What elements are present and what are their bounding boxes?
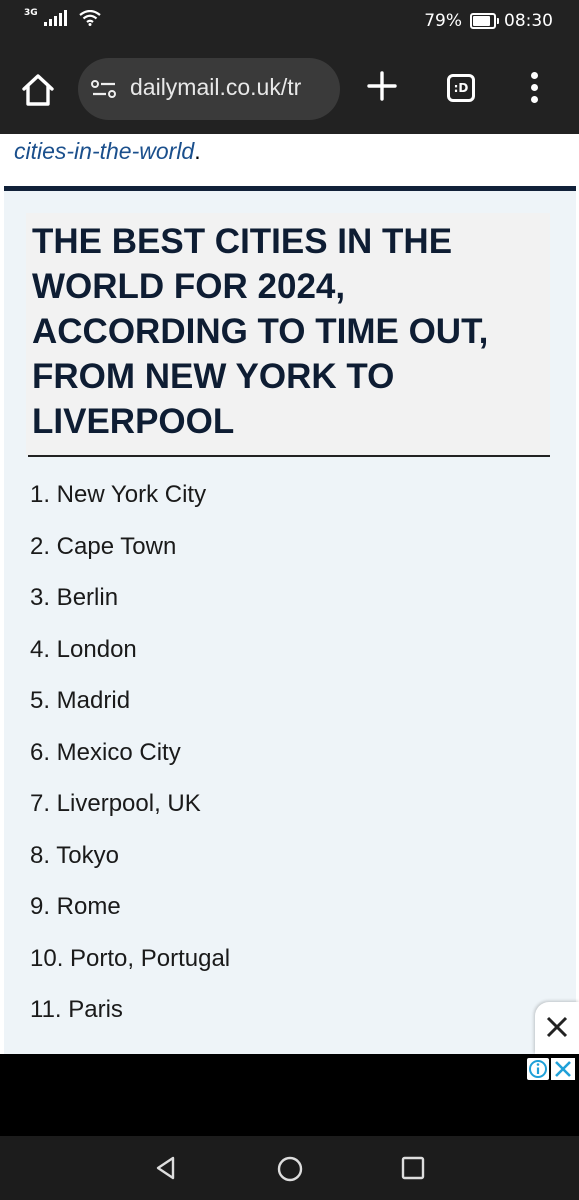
city-list-item: 5. Madrid [30,687,131,714]
city-list-item: 8. Tokyo [30,841,119,869]
tab-switcher-icon[interactable]: :D [447,74,475,102]
nav-home-icon[interactable] [276,1155,304,1183]
fact-box-title: THE BEST CITIES IN THE WORLD FOR 2024, A… [32,222,489,441]
previous-paragraph-link-line: cities-in-the-world. [14,138,201,164]
article-link[interactable]: cities-in-the-world [14,138,194,164]
browser-toolbar: dailymail.co.uk/tr :D [0,44,579,134]
close-overlay-button[interactable] [535,1002,579,1054]
system-nav-bar [0,1136,579,1200]
recent-apps-icon[interactable] [401,1156,425,1180]
city-list-item: 2. Cape Town [30,532,177,560]
city-list-item: 3. Berlin [30,584,119,611]
fact-box: THE BEST CITIES IN THE WORLD FOR 2024, A… [4,191,576,1054]
city-list: 1. New York City 2. Cape Town 3. Berlin 4. … [30,475,230,1042]
city-list-item: 9. Rome [30,893,121,920]
battery-percent: 79% [424,11,462,31]
home-icon[interactable] [20,72,56,108]
new-tab-icon[interactable] [366,70,398,102]
back-icon[interactable] [153,1155,179,1181]
city-list-item: 11. Paris [30,996,123,1023]
network-type: 3G [24,8,38,18]
web-page: cities-in-the-world. THE BEST CITIES IN … [0,134,579,1054]
title-divider [28,455,550,457]
tab-switcher-label: :D [453,81,469,95]
menu-icon[interactable] [531,72,539,106]
battery-icon [470,13,499,29]
city-list-item: 4. London [30,635,137,663]
ad-banner[interactable] [0,1054,579,1136]
status-bar: 3G 79% 08:30 [0,0,579,44]
battery-level [473,16,491,26]
address-bar[interactable]: dailymail.co.uk/tr [78,58,340,120]
close-icon[interactable] [546,1016,568,1038]
clock: 08:30 [504,11,553,31]
city-list-item: 7. Liverpool, UK [30,790,201,817]
url-text[interactable]: dailymail.co.uk/tr [130,74,301,101]
fact-box-header: THE BEST CITIES IN THE WORLD FOR 2024, A… [26,213,550,455]
city-list-item: 1. New York City [30,481,207,508]
adchoices-icon[interactable] [527,1058,549,1080]
ad-close-icon[interactable] [551,1058,575,1080]
signal-icon [43,10,67,26]
site-settings-icon[interactable] [91,78,117,100]
city-list-item: 10. Porto, Portugal [30,944,231,972]
city-list-item: 6. Mexico City [30,738,181,766]
wifi-icon [78,10,101,26]
